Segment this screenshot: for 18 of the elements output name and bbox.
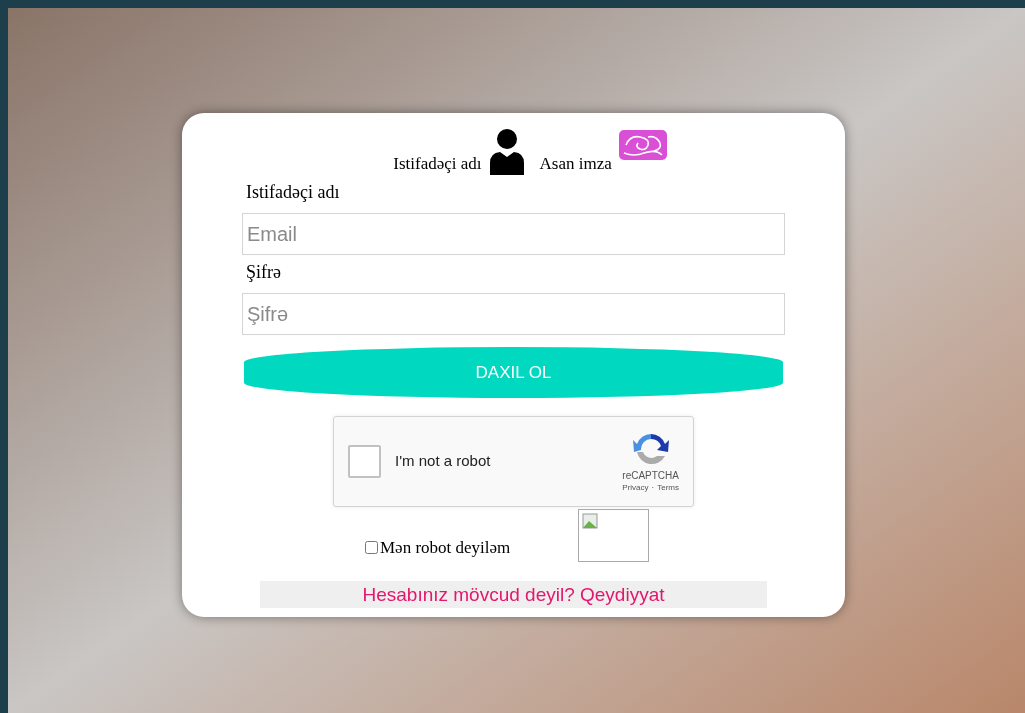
user-icon [487,127,526,175]
field-label: Istifadəçi adı [245,183,340,201]
broken-image-icon [578,509,650,562]
recaptcha-checkbox[interactable] [348,445,381,478]
fingerprint-card-icon [617,129,668,161]
input-field[interactable]: Email [242,213,785,255]
login-method-tab[interactable]: Asan imza [539,155,612,175]
robot-checkbox-label: Mən robot deyiləm [380,536,511,559]
link-separator: · [651,482,655,493]
recaptcha-brand: reCAPTCHA [622,470,679,483]
register-link[interactable]: Hesabınız mövcud deyil? Qeydiyyat [260,581,767,608]
terms-link[interactable]: Terms [657,482,679,493]
login-method-tab[interactable]: Istifadəçi adı [393,155,482,175]
field-label: Şifrə [245,263,281,281]
recaptcha-label: I'm not a robot [395,451,491,472]
input-field[interactable]: Şifrə [242,293,785,335]
robot-checkbox[interactable] [365,540,378,554]
privacy-link[interactable]: Privacy [622,482,649,493]
